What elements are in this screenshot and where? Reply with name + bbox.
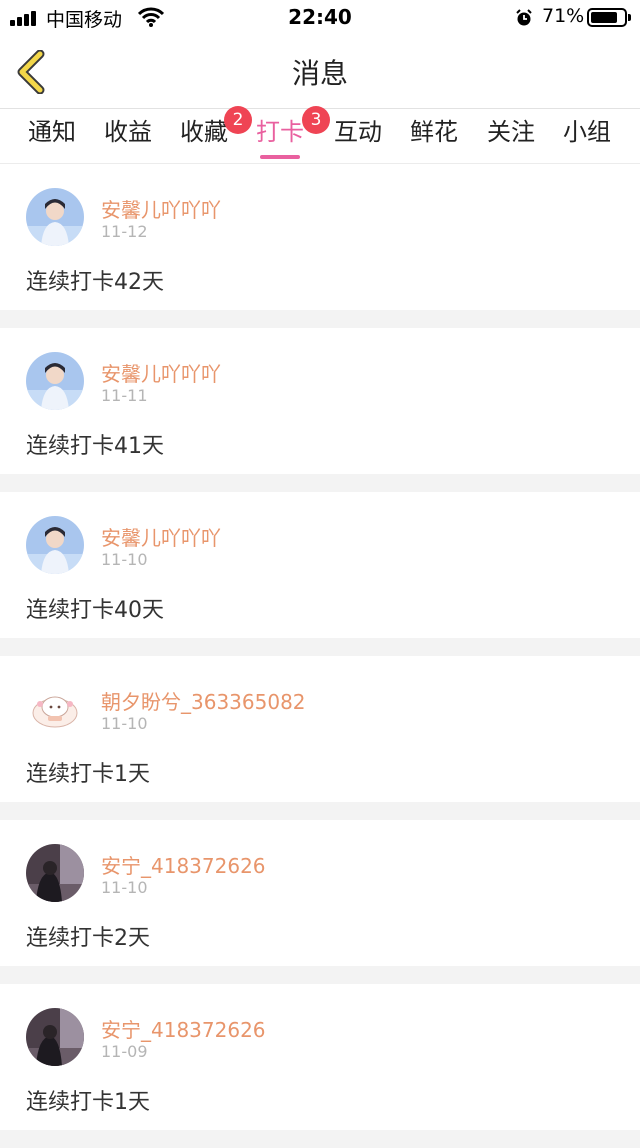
username[interactable]: 安馨儿吖吖吖 xyxy=(101,522,221,551)
username[interactable]: 安馨儿吖吖吖 xyxy=(101,194,221,223)
tab-flowers[interactable]: 鲜花 xyxy=(404,115,464,155)
message-content: 连续打卡2天 xyxy=(26,926,150,951)
status-bar: 中国移动 22:40 71% xyxy=(0,0,640,36)
divider xyxy=(0,474,640,492)
avatar[interactable] xyxy=(26,1008,84,1066)
message-date: 11-10 xyxy=(101,550,148,569)
list-item[interactable]: 安宁_418372626 11-10 连续打卡2天 xyxy=(0,820,640,966)
page-title: 消息 xyxy=(291,57,348,90)
battery-percent: 71% xyxy=(542,5,585,27)
tab-favorites[interactable]: 收藏 2 xyxy=(174,106,252,155)
divider xyxy=(0,1130,640,1148)
tab-label: 互动 xyxy=(334,118,382,146)
tab-notifications[interactable]: 通知 xyxy=(22,115,82,155)
username[interactable]: 安宁_418372626 xyxy=(101,850,266,879)
avatar[interactable] xyxy=(26,844,84,902)
tab-bar: 通知 收益 收藏 2 打卡 3 互动 鲜花 关注 小组 xyxy=(0,106,640,164)
tab-label: 鲜花 xyxy=(410,118,458,146)
list-item[interactable]: 安馨儿吖吖吖 11-12 连续打卡42天 xyxy=(0,164,640,310)
list-item[interactable]: 安馨儿吖吖吖 11-10 连续打卡40天 xyxy=(0,492,640,638)
tab-groups[interactable]: 小组 xyxy=(557,115,617,155)
message-content: 连续打卡1天 xyxy=(26,762,150,787)
username[interactable]: 安宁_418372626 xyxy=(101,1014,266,1043)
divider xyxy=(0,802,640,820)
unread-badge: 2 xyxy=(224,106,252,134)
message-content: 连续打卡41天 xyxy=(26,434,164,459)
tab-earnings[interactable]: 收益 xyxy=(98,115,158,155)
tab-label: 收藏 xyxy=(180,118,228,146)
alarm-icon xyxy=(516,9,532,26)
nav-bar: 消息 xyxy=(0,36,640,109)
tab-interaction[interactable]: 互动 xyxy=(328,115,388,155)
tab-label: 收益 xyxy=(104,118,152,146)
avatar[interactable] xyxy=(26,516,84,574)
message-list: 安馨儿吖吖吖 11-12 连续打卡42天 安馨儿吖吖吖 11-11 连续打卡41… xyxy=(0,164,640,1148)
unread-badge: 3 xyxy=(302,106,330,134)
list-item[interactable]: 安宁_418372626 11-09 连续打卡1天 xyxy=(0,984,640,1130)
list-item[interactable]: 朝夕盼兮_363365082 11-10 连续打卡1天 xyxy=(0,656,640,802)
active-tab-indicator xyxy=(260,155,300,159)
avatar[interactable] xyxy=(26,352,84,410)
tab-checkin[interactable]: 打卡 3 xyxy=(250,106,330,159)
avatar[interactable] xyxy=(26,680,84,738)
tab-label: 关注 xyxy=(487,118,535,146)
avatar[interactable] xyxy=(26,188,84,246)
message-date: 11-09 xyxy=(101,1042,148,1061)
divider xyxy=(0,638,640,656)
tab-label: 通知 xyxy=(28,118,76,146)
message-date: 11-10 xyxy=(101,878,148,897)
tab-label: 打卡 xyxy=(256,118,304,146)
battery-icon xyxy=(587,8,631,27)
message-date: 11-11 xyxy=(101,386,148,405)
message-content: 连续打卡40天 xyxy=(26,598,164,623)
divider xyxy=(0,310,640,328)
message-date: 11-12 xyxy=(101,222,148,241)
message-date: 11-10 xyxy=(101,714,148,733)
message-content: 连续打卡1天 xyxy=(26,1090,150,1115)
divider xyxy=(0,966,640,984)
tab-label: 小组 xyxy=(563,118,611,146)
username[interactable]: 安馨儿吖吖吖 xyxy=(101,358,221,387)
username[interactable]: 朝夕盼兮_363365082 xyxy=(101,686,306,715)
list-item[interactable]: 安馨儿吖吖吖 11-11 连续打卡41天 xyxy=(0,328,640,474)
tab-following[interactable]: 关注 xyxy=(481,115,541,155)
message-content: 连续打卡42天 xyxy=(26,270,164,295)
